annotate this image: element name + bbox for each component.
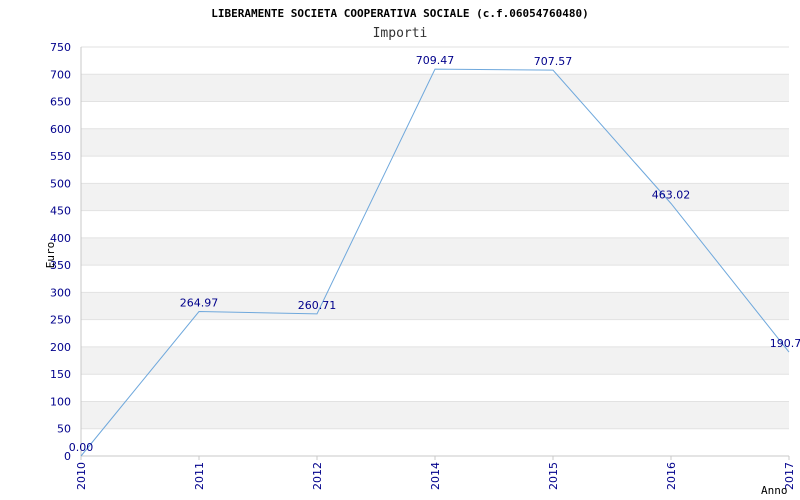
grid-band [81, 237, 789, 266]
x-tick-label: 2014 [429, 462, 442, 490]
data-label: 264.97 [180, 297, 219, 310]
line-chart: LIBERAMENTE SOCIETA COOPERATIVA SOCIALE … [44, 7, 800, 497]
y-tick-label: 300 [50, 286, 71, 299]
y-tick-label: 650 [50, 96, 71, 109]
chart: LIBERAMENTE SOCIETA COOPERATIVA SOCIALE … [0, 0, 800, 500]
y-axis-label: Euro [44, 242, 57, 269]
y-tick-label: 600 [50, 123, 71, 136]
chart-subtitle: Importi [373, 26, 428, 41]
y-tick-label: 500 [50, 177, 71, 190]
y-tick-label: 50 [57, 423, 71, 436]
grid-bands [81, 74, 789, 429]
data-label: 709.47 [416, 54, 455, 67]
y-tick-label: 150 [50, 368, 71, 381]
x-axis-ticks: 2010 2011 2012 2014 2015 2016 2017 [75, 456, 796, 490]
grid-band [81, 346, 789, 375]
data-label: 190.70 [770, 337, 800, 350]
x-tick-label: 2012 [311, 462, 324, 490]
grid-band [81, 128, 789, 157]
x-tick-label: 2015 [547, 462, 560, 490]
x-tick-label: 2011 [193, 462, 206, 490]
y-tick-label: 700 [50, 68, 71, 81]
grid-band [81, 74, 789, 102]
data-label: 0.00 [69, 441, 94, 454]
x-axis-label: Anno [761, 484, 788, 497]
y-tick-label: 750 [50, 41, 71, 54]
y-tick-label: 100 [50, 395, 71, 408]
data-label: 463.02 [652, 188, 691, 201]
data-label: 707.57 [534, 55, 573, 68]
x-tick-label: 2016 [665, 462, 678, 490]
grid-band [81, 401, 789, 429]
y-tick-label: 250 [50, 314, 71, 327]
y-tick-label: 200 [50, 341, 71, 354]
data-label: 260.71 [298, 299, 337, 312]
chart-title: LIBERAMENTE SOCIETA COOPERATIVA SOCIALE … [211, 7, 589, 20]
y-tick-label: 450 [50, 205, 71, 218]
y-tick-label: 550 [50, 150, 71, 163]
x-tick-label: 2010 [75, 462, 88, 490]
